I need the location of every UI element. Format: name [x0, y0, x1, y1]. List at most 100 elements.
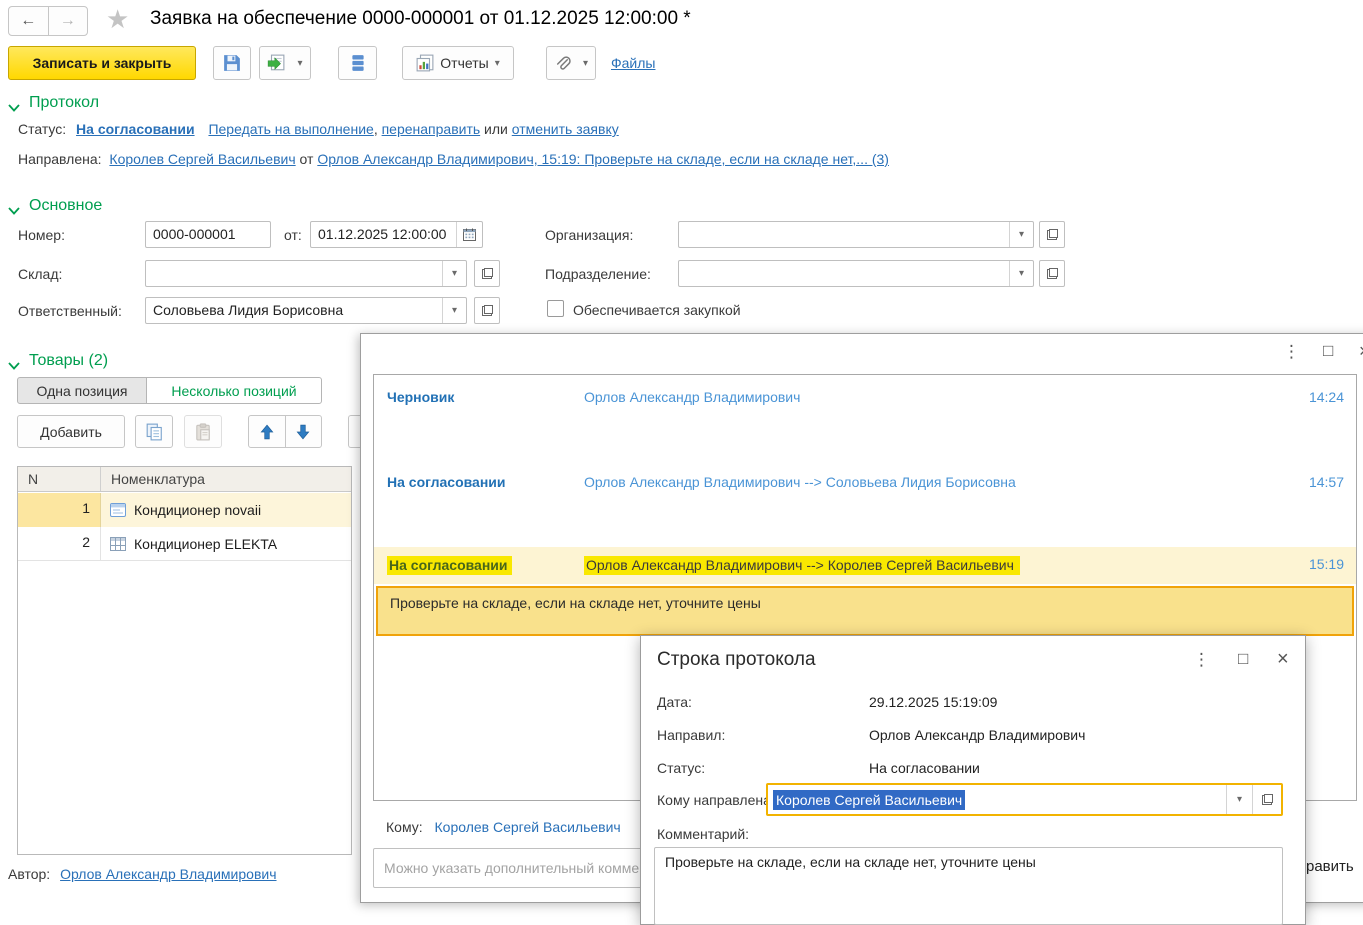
attachments-button[interactable]: ▾ — [546, 46, 596, 80]
dropdown-arrow-button[interactable]: ▾ — [442, 261, 466, 286]
protocol-entry-row[interactable]: Черновик Орлов Александр Владимирович 14… — [374, 383, 1356, 411]
move-up-button[interactable] — [249, 416, 286, 447]
protocol-entry-row-selected[interactable]: На согласовании Орлов Александр Владимир… — [374, 547, 1356, 584]
purchase-checkbox[interactable] — [547, 300, 564, 317]
tab-single-position[interactable]: Одна позиция — [17, 377, 147, 404]
save-and-close-label: Записать и закрыть — [33, 55, 172, 71]
paperclip-icon — [554, 55, 571, 72]
warehouse-field[interactable]: ▾ — [145, 260, 467, 287]
warehouse-open-button[interactable] — [474, 260, 500, 287]
action-execute-link[interactable]: Передать на выполнение — [208, 121, 373, 137]
dialog-maximize-button[interactable]: □ — [1238, 649, 1248, 669]
dialog-status-value: На согласовании — [869, 760, 980, 776]
window-maximize-button[interactable]: □ — [1323, 341, 1333, 361]
add-row-button[interactable]: Добавить — [17, 415, 125, 448]
post-document-icon — [267, 54, 285, 72]
directed-to-link[interactable]: Королев Сергей Васильевич — [109, 151, 295, 167]
dropdown-arrow-button[interactable]: ▾ — [1009, 261, 1033, 286]
selected-entry-comment-box: Проверьте на складе, если на складе нет,… — [376, 586, 1354, 636]
status-value-link[interactable]: На согласовании — [76, 121, 195, 137]
dropdown-arrow-button[interactable]: ▾ — [442, 298, 466, 323]
responsible-open-button[interactable] — [474, 297, 500, 324]
dialog-comment-textarea[interactable]: Проверьте на складе, если на складе нет,… — [654, 847, 1283, 925]
number-field[interactable]: 0000-000001 — [145, 221, 271, 248]
copy-row-button[interactable] — [135, 415, 173, 448]
responsible-value: Соловьева Лидия Борисовна — [153, 302, 343, 318]
responsible-label: Ответственный: — [18, 303, 122, 319]
toolbar-button-cutoff[interactable] — [348, 415, 360, 448]
goods-section-header[interactable]: Товары (2) — [8, 352, 108, 370]
directed-line: Направлена: Королев Сергей Васильевич от… — [18, 151, 889, 167]
dialog-menu-button[interactable]: ⋮ — [1193, 650, 1210, 670]
status-line: Статус: На согласовании Передать на выпо… — [18, 121, 619, 137]
dialog-to-field[interactable]: Королев Сергей Васильевич ▾ — [766, 783, 1283, 816]
organization-field[interactable]: ▾ — [678, 221, 1034, 248]
dialog-close-button[interactable]: × — [1277, 648, 1289, 671]
forward-button[interactable]: → — [49, 7, 88, 35]
chevron-down-icon: ▾ — [297, 58, 302, 69]
chevron-down-icon: ▾ — [452, 298, 457, 323]
organization-open-button[interactable] — [1039, 221, 1065, 248]
date-field[interactable]: 01.12.2025 12:00:00 — [310, 221, 483, 248]
selected-entry-comment: Проверьте на складе, если на складе нет,… — [390, 595, 761, 611]
author-label: Автор: — [8, 866, 50, 882]
department-label: Подразделение: — [545, 266, 651, 282]
directed-from-link[interactable]: Орлов Александр Владимирович, 15:19: Про… — [317, 151, 889, 167]
main-section-header[interactable]: Основное — [8, 197, 102, 215]
row-number-cell: 2 — [18, 527, 101, 560]
department-field[interactable]: ▾ — [678, 260, 1034, 287]
entry-status: На согласовании — [387, 556, 512, 575]
tab-single-label: Одна позиция — [36, 383, 127, 399]
dialog-to-open-button[interactable] — [1253, 785, 1281, 814]
protocol-entry-row[interactable]: На согласовании Орлов Александр Владимир… — [374, 468, 1356, 496]
column-header-nomenclature[interactable]: Номенклатура — [101, 467, 351, 491]
save-button[interactable] — [213, 46, 251, 80]
calendar-button[interactable] — [456, 222, 482, 247]
row-nomenclature: Кондиционер novaii — [134, 502, 261, 518]
floppy-save-icon — [223, 54, 241, 72]
chevron-down-icon — [8, 202, 20, 210]
dialog-date-value: 29.12.2025 15:19:09 — [869, 694, 997, 710]
chevron-down-icon: ▾ — [1019, 222, 1024, 247]
save-and-close-button[interactable]: Записать и закрыть — [8, 46, 196, 80]
number-label: Номер: — [18, 227, 65, 243]
report-chart-icon — [416, 54, 434, 72]
date-value: 01.12.2025 12:00:00 — [318, 226, 446, 242]
main-section-title: Основное — [29, 197, 102, 215]
send-button-cutoff[interactable]: равить — [1306, 858, 1354, 875]
window-close-button[interactable]: × — [1359, 341, 1363, 362]
send-to-value-link[interactable]: Королев Сергей Васильевич — [435, 819, 621, 835]
purchase-checkbox-label[interactable]: Обеспечивается закупкой — [573, 302, 741, 318]
window-menu-button[interactable]: ⋮ — [1283, 342, 1300, 362]
author-link[interactable]: Орлов Александр Владимирович — [60, 866, 276, 882]
post-document-button[interactable]: ▾ — [259, 46, 311, 80]
responsible-field[interactable]: Соловьева Лидия Борисовна ▾ — [145, 297, 467, 324]
table-row[interactable]: 1 Кондиционер novaii — [18, 493, 351, 527]
dropdown-arrow-button[interactable]: ▾ — [1009, 222, 1033, 247]
department-open-button[interactable] — [1039, 260, 1065, 287]
open-form-icon — [482, 268, 493, 279]
warehouse-label: Склад: — [18, 266, 62, 282]
table-row[interactable]: 2 Кондиционер ELEKTA — [18, 527, 351, 561]
files-link[interactable]: Файлы — [611, 55, 655, 71]
favorite-star-icon[interactable]: ★ — [106, 4, 129, 34]
protocol-section-header[interactable]: Протокол — [8, 94, 99, 112]
goods-section-title: Товары (2) — [29, 352, 108, 370]
close-icon: × — [1359, 341, 1363, 361]
dialog-to-selected-text: Королев Сергей Васильевич — [773, 790, 965, 810]
back-arrow-icon: ← — [20, 12, 36, 30]
action-redirect-link[interactable]: перенаправить — [382, 121, 481, 137]
action-cancel-link[interactable]: отменить заявку — [512, 121, 619, 137]
document-structure-button[interactable] — [338, 46, 377, 80]
arrow-down-icon — [296, 424, 310, 440]
column-header-n[interactable]: N — [18, 467, 101, 491]
reports-button[interactable]: Отчеты ▾ — [402, 46, 514, 80]
kebab-menu-icon: ⋮ — [1193, 650, 1210, 669]
tab-multiple-positions[interactable]: Несколько позиций — [146, 377, 322, 404]
chevron-down-icon — [8, 99, 20, 107]
paste-row-button[interactable] — [184, 415, 222, 448]
back-button[interactable]: ← — [9, 7, 49, 35]
separator-text: , — [374, 121, 382, 137]
dropdown-arrow-button[interactable]: ▾ — [1227, 785, 1253, 814]
move-down-button[interactable] — [286, 416, 322, 447]
